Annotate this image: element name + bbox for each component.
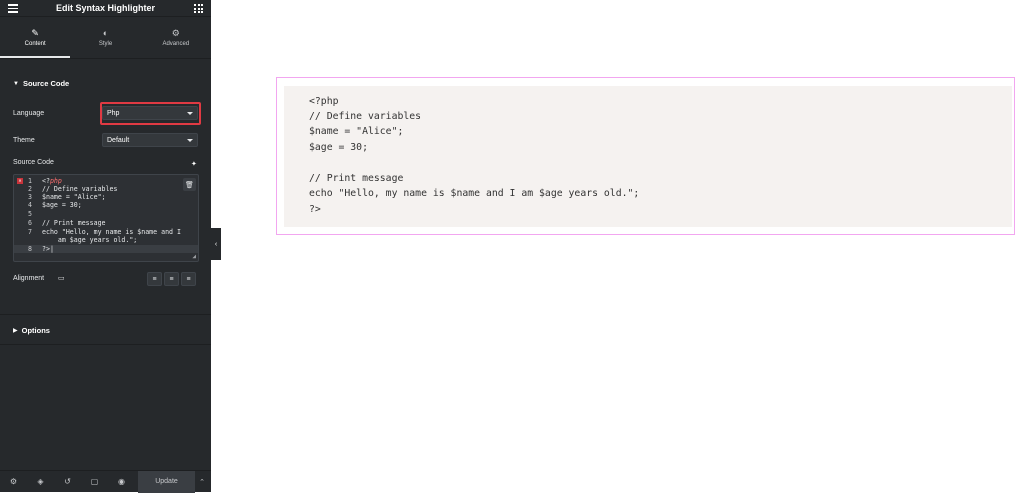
editor-line-text: echo "Hello, my name is $name and I: [42, 228, 181, 236]
panel-footer: ⚙ ◈ ↺ ▢ ◉ Update ⌃: [0, 470, 211, 493]
line-number: 3: [28, 193, 32, 201]
editor-line-text: // Define variables: [42, 185, 118, 193]
editor-line: 7 echo "Hello, my name is $name and I: [14, 228, 198, 236]
editor-panel: Edit Syntax Highlighter ✎ Content ◐ Styl…: [0, 0, 211, 493]
line-number: 2: [28, 185, 32, 193]
editor-line: 5: [14, 210, 198, 218]
editor-line-text: <?php: [42, 177, 62, 185]
tab-content-label: Content: [24, 40, 46, 47]
panel-title: Edit Syntax Highlighter: [55, 3, 155, 13]
editor-line-active: 8 ?>|: [14, 245, 198, 253]
source-code-editor[interactable]: ✕ 1 <?php 2 // Define variables 3 $name …: [13, 174, 199, 262]
history-icon[interactable]: ↺: [54, 471, 81, 493]
section-divider: [0, 344, 211, 345]
theme-label: Theme: [13, 137, 35, 144]
source-code-label: Source Code: [13, 159, 54, 166]
half-circle-icon: ◐: [102, 27, 109, 38]
syntax-highlighter-preview: <?php // Define variables $name = "Alice…: [284, 86, 1012, 227]
preview-code-line: $name = "Alice";: [309, 126, 404, 137]
preview-code-line: $age = 30;: [309, 142, 368, 153]
line-number: 8: [28, 245, 32, 253]
theme-select[interactable]: Default: [102, 133, 198, 147]
preview-code-line: // Define variables: [309, 111, 422, 122]
section-options-title: Options: [21, 326, 50, 335]
align-left-button[interactable]: ≡: [147, 272, 162, 286]
preview-code-line: ?>: [309, 204, 321, 215]
widgets-grid-icon[interactable]: [194, 4, 203, 13]
tab-style-label: Style: [98, 40, 113, 47]
editor-line-text: ?>|: [42, 245, 54, 253]
resize-handle-icon[interactable]: ◢: [192, 253, 196, 260]
settings-gear-icon[interactable]: ⚙: [0, 471, 27, 493]
align-right-icon: ≡: [186, 275, 191, 283]
tab-advanced[interactable]: ⚙ Advanced: [141, 17, 211, 58]
section-options-toggle[interactable]: ▶ Options: [13, 326, 50, 335]
update-button[interactable]: Update: [138, 470, 195, 493]
editor-line-text: $name = "Alice";: [42, 193, 106, 201]
line-number: 4: [28, 201, 32, 209]
gear-icon: ⚙: [171, 27, 180, 38]
align-right-button[interactable]: ≡: [181, 272, 196, 286]
eye-preview-icon[interactable]: ◉: [108, 471, 135, 493]
align-center-icon: ≡: [169, 275, 174, 283]
alignment-label: Alignment: [13, 275, 45, 282]
panel-tabs: ✎ Content ◐ Style ⚙ Advanced: [0, 17, 211, 58]
panel-header: Edit Syntax Highlighter: [0, 0, 211, 17]
editor-line: 4 $age = 30;: [14, 201, 198, 209]
monitor-icon[interactable]: ▭: [58, 274, 65, 282]
caret-down-icon: ▼: [13, 80, 19, 87]
chevron-down-icon: [187, 139, 193, 142]
editor-line: 3 $name = "Alice";: [14, 193, 198, 201]
tab-advanced-label: Advanced: [162, 40, 190, 47]
caret-right-icon: ▶: [13, 328, 18, 334]
trash-icon[interactable]: 🗑: [183, 178, 196, 191]
editor-line: ✕ 1 <?php: [14, 177, 198, 185]
tab-content[interactable]: ✎ Content: [0, 17, 71, 58]
editor-line: 2 // Define variables: [14, 185, 198, 193]
theme-select-value: Default: [107, 136, 130, 144]
tab-style[interactable]: ◐ Style: [70, 17, 140, 58]
align-center-button[interactable]: ≡: [164, 272, 179, 286]
line-number: 7: [28, 228, 32, 236]
pencil-icon: ✎: [31, 27, 39, 38]
layers-icon[interactable]: ◈: [27, 471, 54, 493]
collapse-panel-button[interactable]: ‹: [211, 228, 221, 260]
editor-line-text: $age = 30;: [42, 201, 82, 209]
hamburger-menu-icon[interactable]: [8, 4, 18, 13]
chevron-left-icon: ‹: [214, 240, 218, 248]
align-left-icon: ≡: [152, 275, 157, 283]
editor-line: 6 // Print message: [14, 219, 198, 227]
language-select-highlight: [100, 102, 201, 125]
line-number: 6: [28, 219, 32, 227]
language-label: Language: [13, 110, 45, 117]
line-number: 5: [28, 210, 32, 218]
section-source-code-title: Source Code: [22, 79, 70, 88]
section-source-code-toggle[interactable]: ▼ Source Code: [13, 79, 69, 88]
tabs-divider: [0, 58, 211, 59]
section-divider: [0, 314, 211, 315]
editor-line-text: am $age years old.";: [42, 236, 138, 244]
preview-code-line: <?php: [309, 96, 339, 107]
editor-line: am $age years old.";: [14, 236, 198, 244]
preview-code-line: // Print message: [309, 173, 404, 184]
ai-sparkle-icon[interactable]: ✦: [191, 160, 197, 168]
preview-code-line: echo "Hello, my name is $name and I am $…: [309, 188, 640, 199]
alignment-button-group: ≡ ≡ ≡: [147, 272, 196, 286]
line-number: 1: [28, 177, 32, 185]
editor-line-text: // Print message: [42, 219, 106, 227]
responsive-icon[interactable]: ▢: [81, 471, 108, 493]
chevron-up-icon[interactable]: ⌃: [195, 471, 209, 493]
